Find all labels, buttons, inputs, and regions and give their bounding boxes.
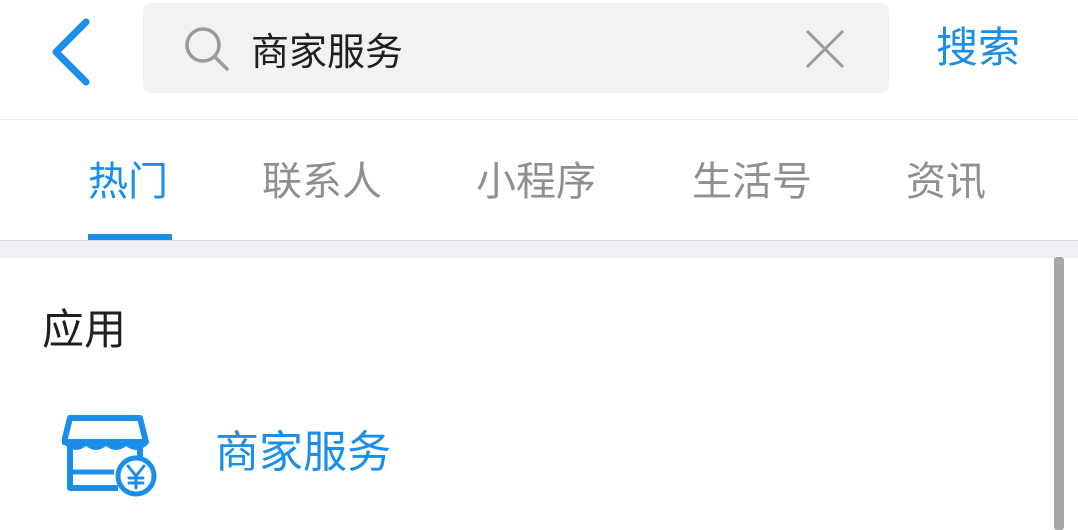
search-box[interactable]: [143, 3, 889, 93]
search-button[interactable]: 搜索: [936, 18, 1036, 78]
search-input[interactable]: [251, 19, 771, 77]
list-item[interactable]: 商家服务: [0, 398, 1050, 518]
back-button[interactable]: [42, 10, 102, 90]
scrollbar[interactable]: [1054, 257, 1064, 530]
tab-mini-programs[interactable]: 小程序: [476, 154, 596, 210]
chevron-left-icon: [52, 18, 90, 86]
category-tabs: 热门 联系人 小程序 生活号 资讯: [0, 120, 1078, 240]
shop-yen-icon: [62, 415, 157, 497]
tab-news[interactable]: 资讯: [906, 154, 986, 210]
section-divider: [0, 240, 1078, 259]
tab-contacts[interactable]: 联系人: [262, 154, 382, 210]
search-icon: [185, 27, 229, 71]
tab-hot[interactable]: 热门: [88, 154, 168, 210]
search-page: 搜索 热门 联系人 小程序 生活号 资讯 应用: [0, 0, 1078, 530]
tab-life-accounts[interactable]: 生活号: [692, 154, 812, 210]
section-title: 应用: [42, 305, 127, 354]
search-header: 搜索: [0, 0, 1078, 120]
app-name: 商家服务: [215, 427, 391, 478]
close-icon[interactable]: [803, 27, 847, 71]
results-list: 应用 商家服务: [0, 258, 1078, 530]
